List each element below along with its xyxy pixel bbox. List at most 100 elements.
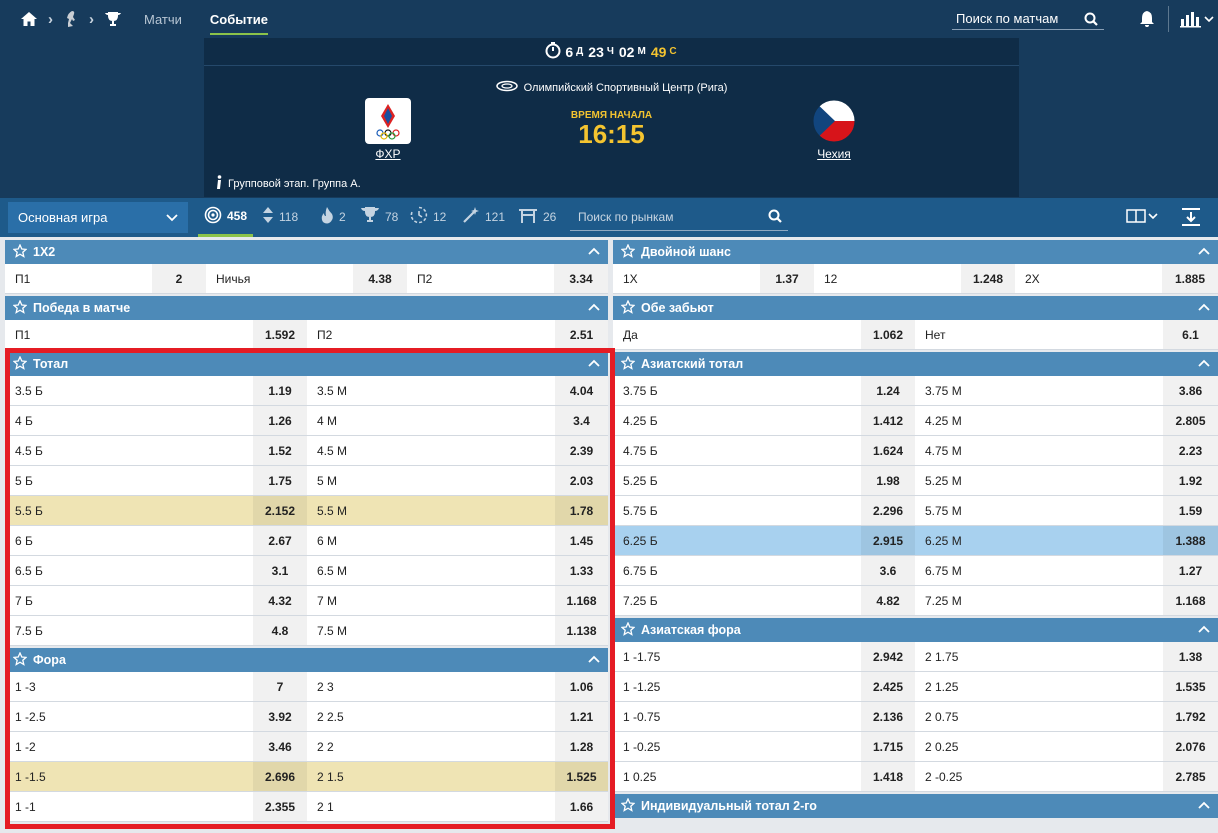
odds-button[interactable]: 2.425 [861,672,915,701]
odds-button[interactable]: 1.06 [555,672,608,701]
market-asian-handicap-header[interactable]: Азиатская фора [613,618,1218,642]
odds-button[interactable]: 1.24 [861,376,915,405]
filter-tab-popular[interactable]: 2 [320,198,346,235]
bell-icon[interactable] [1139,10,1155,31]
odds-button[interactable]: 1.52 [253,436,307,465]
odds-button[interactable]: 1.792 [1163,702,1218,731]
odds-button[interactable]: 2.03 [555,466,608,495]
star-icon[interactable] [12,650,28,669]
odds-button[interactable]: 4.82 [861,586,915,615]
odds-button[interactable]: 2.785 [1163,762,1218,791]
filter-tab-totals[interactable]: 118 [262,198,298,235]
odds-button[interactable]: 1.138 [555,616,608,645]
search-icon[interactable] [1084,12,1098,29]
chevron-up-icon[interactable] [1198,301,1210,315]
market-search-input[interactable]: Поиск по рынкам [570,204,788,231]
market-individual-total-header[interactable]: Индивидуальный тотал 2-го [613,794,1218,818]
filter-tab-periods[interactable]: 12 [410,198,446,235]
chevron-up-icon[interactable] [588,357,600,371]
odds-button[interactable]: 2 [152,264,206,293]
odds-button[interactable]: 1.168 [1163,586,1218,615]
odds-button[interactable]: 2.23 [1163,436,1218,465]
odds-button[interactable]: 1.45 [555,526,608,555]
odds-button[interactable]: 3.86 [1163,376,1218,405]
odds-button[interactable]: 1.75 [253,466,307,495]
market-asian-total-header[interactable]: Азиатский тотал [613,352,1218,376]
star-icon[interactable] [620,298,636,317]
match-search-input[interactable]: Поиск по матчам [952,8,1104,30]
chevron-up-icon[interactable] [588,301,600,315]
chevron-up-icon[interactable] [588,245,600,259]
odds-button[interactable]: 1.168 [555,586,608,615]
odds-button[interactable]: 1.525 [555,762,608,791]
filter-tab-other[interactable]: 26 [518,198,556,235]
odds-button[interactable]: 1.248 [961,264,1015,293]
odds-button[interactable]: 2.67 [253,526,307,555]
odds-button[interactable]: 2.152 [253,496,307,525]
layout-columns-button[interactable] [1126,209,1158,223]
team-away[interactable]: Чехия [799,98,869,161]
odds-button[interactable]: 1.38 [1163,642,1218,671]
star-icon[interactable] [620,242,636,261]
odds-button[interactable]: 1.21 [555,702,608,731]
hockey-player-icon[interactable] [63,10,79,28]
odds-button[interactable]: 4.04 [555,376,608,405]
market-double-chance-header[interactable]: Двойной шанс [613,240,1218,264]
odds-button[interactable]: 1.388 [1163,526,1218,555]
home-icon[interactable] [20,11,38,27]
team-away-name[interactable]: Чехия [799,147,869,161]
odds-button[interactable]: 1.26 [253,406,307,435]
nav-matches-link[interactable]: Матчи [144,4,182,35]
odds-button[interactable]: 1.412 [861,406,915,435]
odds-button[interactable]: 2.136 [861,702,915,731]
odds-button[interactable]: 3.34 [554,264,608,293]
star-icon[interactable] [620,796,636,815]
trophy-icon[interactable] [104,11,122,27]
chevron-up-icon[interactable] [1198,799,1210,813]
odds-button[interactable]: 1.28 [555,732,608,761]
star-icon[interactable] [12,242,28,261]
filter-tab-all[interactable]: 458 [198,198,254,237]
odds-button[interactable]: 3.6 [861,556,915,585]
odds-button[interactable]: 2.696 [253,762,307,791]
star-icon[interactable] [620,620,636,639]
market-1x2-header[interactable]: 1X2 [5,240,608,264]
odds-button[interactable]: 2.296 [861,496,915,525]
star-icon[interactable] [12,354,28,373]
odds-button[interactable]: 1.418 [861,762,915,791]
collapse-all-icon[interactable] [1180,207,1202,230]
odds-button[interactable]: 1.062 [861,320,915,349]
odds-button[interactable]: 1.27 [1163,556,1218,585]
market-match-winner-header[interactable]: Победа в матче [5,296,608,320]
filter-tab-stats[interactable]: 121 [462,198,505,235]
odds-button[interactable]: 1.715 [861,732,915,761]
odds-button[interactable]: 3.1 [253,556,307,585]
odds-button[interactable]: 2.915 [861,526,915,555]
chevron-up-icon[interactable] [1198,357,1210,371]
odds-button[interactable]: 7 [253,672,307,701]
odds-button[interactable]: 4.8 [253,616,307,645]
odds-button[interactable]: 2.076 [1163,732,1218,761]
odds-button[interactable]: 4.38 [353,264,407,293]
odds-button[interactable]: 3.46 [253,732,307,761]
team-home-name[interactable]: ФХР [353,147,423,161]
odds-button[interactable]: 6.1 [1163,320,1218,349]
star-icon[interactable] [12,298,28,317]
odds-button[interactable]: 2.39 [555,436,608,465]
odds-button[interactable]: 2.355 [253,792,307,821]
odds-button[interactable]: 3.92 [253,702,307,731]
game-period-select[interactable]: Основная игра [8,202,188,233]
odds-button[interactable]: 1.885 [1162,264,1218,293]
odds-button[interactable]: 1.78 [555,496,608,525]
odds-button[interactable]: 1.33 [555,556,608,585]
odds-button[interactable]: 1.66 [555,792,608,821]
odds-button[interactable]: 2.805 [1163,406,1218,435]
odds-button[interactable]: 1.592 [253,320,307,349]
team-home[interactable]: ФХР [353,98,423,161]
star-icon[interactable] [620,354,636,373]
statistics-icon[interactable] [1180,10,1214,28]
odds-button[interactable]: 2.51 [555,320,608,349]
odds-button[interactable]: 1.37 [760,264,814,293]
market-both-score-header[interactable]: Обе забьют [613,296,1218,320]
nav-event-link[interactable]: Событие [209,4,269,35]
